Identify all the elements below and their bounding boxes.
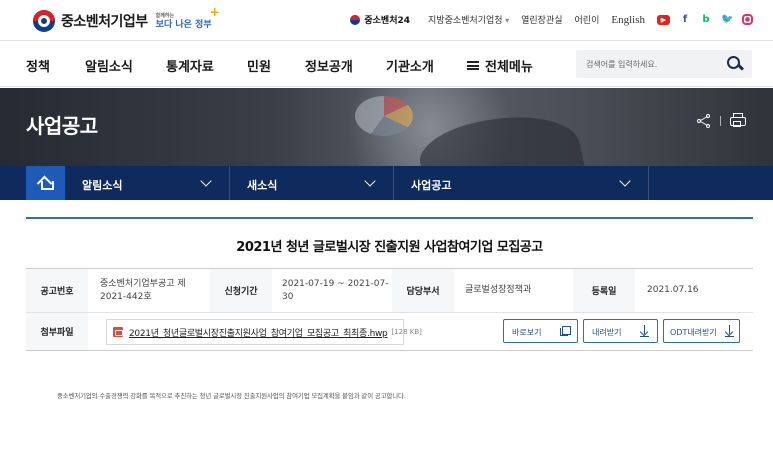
blog-icon[interactable]: b bbox=[700, 14, 712, 26]
all-menu-button[interactable]: 전체메뉴 bbox=[467, 56, 533, 75]
dept-label: 담당부서 bbox=[392, 269, 454, 312]
print-icon[interactable] bbox=[730, 113, 746, 128]
download-icon bbox=[640, 325, 649, 338]
page-title: 사업공고 bbox=[26, 114, 98, 138]
search-icon[interactable] bbox=[726, 55, 744, 73]
gnb-item-news[interactable]: 알림소식 bbox=[85, 56, 133, 75]
post-title: 2021년 청년 글로벌시장 진출지원 사업참여기업 모집공고 bbox=[236, 240, 543, 255]
home-icon bbox=[40, 177, 54, 190]
period-value: 2021-07-19 ~ 2021-07-30 bbox=[282, 278, 389, 302]
banner-background-image bbox=[355, 96, 413, 136]
view-button[interactable]: 바로보기 bbox=[503, 319, 578, 343]
search-box bbox=[576, 50, 752, 78]
search-input[interactable] bbox=[586, 56, 716, 72]
hamburger-icon bbox=[467, 61, 479, 70]
share-icon[interactable] bbox=[697, 113, 711, 128]
breadcrumb-depth2[interactable]: 새소식 bbox=[230, 166, 394, 200]
site-logo[interactable]: 중소벤처기업부 함께하는 보다 나은 정부 + bbox=[33, 5, 220, 32]
chevron-down-icon bbox=[619, 175, 631, 187]
gnb-item-about[interactable]: 기관소개 bbox=[386, 56, 434, 75]
attachment-row: 첨부파일 2021년_청년글로벌시장진출지원사업_참여기업_모집공고_최최종.h… bbox=[26, 313, 753, 351]
reg-date-value: 2021.07.16 bbox=[647, 285, 699, 295]
youtube-icon[interactable]: ▶ bbox=[657, 14, 670, 25]
post-body: 중소벤처기업의 수출경쟁력 강화를 목적으로 추진하는 청년 글로벌시장 진출지… bbox=[57, 392, 406, 400]
slogan-logo: 함께하는 보다 나은 정부 + bbox=[155, 5, 220, 30]
reg-date-label: 등록일 bbox=[573, 269, 635, 312]
regional-office-dropdown[interactable]: 지방중소벤처기업청 bbox=[428, 13, 509, 26]
page-banner: 사업공고 bbox=[0, 88, 773, 166]
notice-no-value: 중소벤처기업부공고 제2021-442호 bbox=[100, 278, 186, 302]
open-office-link[interactable]: 열린장관실 bbox=[521, 13, 562, 26]
download-button[interactable]: 내려받기 bbox=[583, 319, 658, 343]
banner-tools bbox=[697, 113, 746, 128]
sns-links: ▶ f b 🐦 ● bbox=[657, 14, 753, 26]
content-top-line bbox=[26, 217, 753, 219]
gnb-item-stats[interactable]: 통계자료 bbox=[166, 56, 214, 75]
attachment-filesize: [128 KB] bbox=[391, 328, 422, 336]
post-info-row: 공고번호 중소벤처기업부공고 제2021-442호 신청기간 2021-07-1… bbox=[26, 269, 753, 313]
attachment-label: 첨부파일 bbox=[26, 313, 88, 350]
english-link[interactable]: English bbox=[611, 14, 645, 26]
period-label: 신청기간 bbox=[210, 269, 272, 312]
breadcrumb-depth1[interactable]: 알림소식 bbox=[65, 166, 230, 200]
kids-link[interactable]: 어린이 bbox=[575, 13, 600, 26]
brand24-link[interactable]: 중소벤처24 bbox=[350, 13, 410, 26]
attachment-file: 2021년_청년글로벌시장진출지원사업_참여기업_모집공고_최최종.hwp [1… bbox=[106, 319, 422, 345]
government-emblem-icon bbox=[33, 10, 55, 32]
home-button[interactable] bbox=[26, 166, 65, 200]
gnb-item-policy[interactable]: 정책 bbox=[26, 56, 50, 75]
chevron-down-icon bbox=[364, 175, 376, 187]
odt-download-button[interactable]: ODT내려받기 bbox=[663, 319, 740, 343]
instagram-icon[interactable]: ● bbox=[742, 14, 753, 25]
preview-icon bbox=[560, 326, 571, 336]
attachment-filename-link[interactable]: 2021년_청년글로벌시장진출지원사업_참여기업_모집공고_최최종.hwp bbox=[129, 326, 388, 339]
breadcrumb: 알림소식 새소식 사업공고 bbox=[0, 166, 773, 200]
facebook-icon[interactable]: f bbox=[679, 14, 691, 26]
utility-menu: 중소벤처24 지방중소벤처기업청 열린장관실 어린이 English ▶ f b… bbox=[350, 13, 753, 26]
global-nav: 정책 알림소식 통계자료 민원 정보공개 기관소개 전체메뉴 bbox=[0, 41, 773, 87]
gnb-item-civil[interactable]: 민원 bbox=[247, 56, 271, 75]
chevron-down-icon bbox=[200, 175, 212, 187]
hwp-file-icon bbox=[113, 327, 123, 337]
gnb-item-info-disclosure[interactable]: 정보공개 bbox=[305, 56, 353, 75]
notice-no-label: 공고번호 bbox=[26, 269, 88, 312]
download-icon bbox=[725, 325, 734, 338]
ministry-name: 중소벤처기업부 bbox=[61, 14, 148, 30]
breadcrumb-depth3[interactable]: 사업공고 bbox=[394, 166, 649, 200]
brand24-logo-icon bbox=[350, 14, 361, 25]
top-bar: 중소벤처기업부 함께하는 보다 나은 정부 + 중소벤처24 지방중소벤처기업청… bbox=[0, 0, 773, 41]
twitter-icon[interactable]: 🐦 bbox=[721, 14, 733, 26]
dept-value: 글로벌성장정책과 bbox=[465, 285, 532, 295]
